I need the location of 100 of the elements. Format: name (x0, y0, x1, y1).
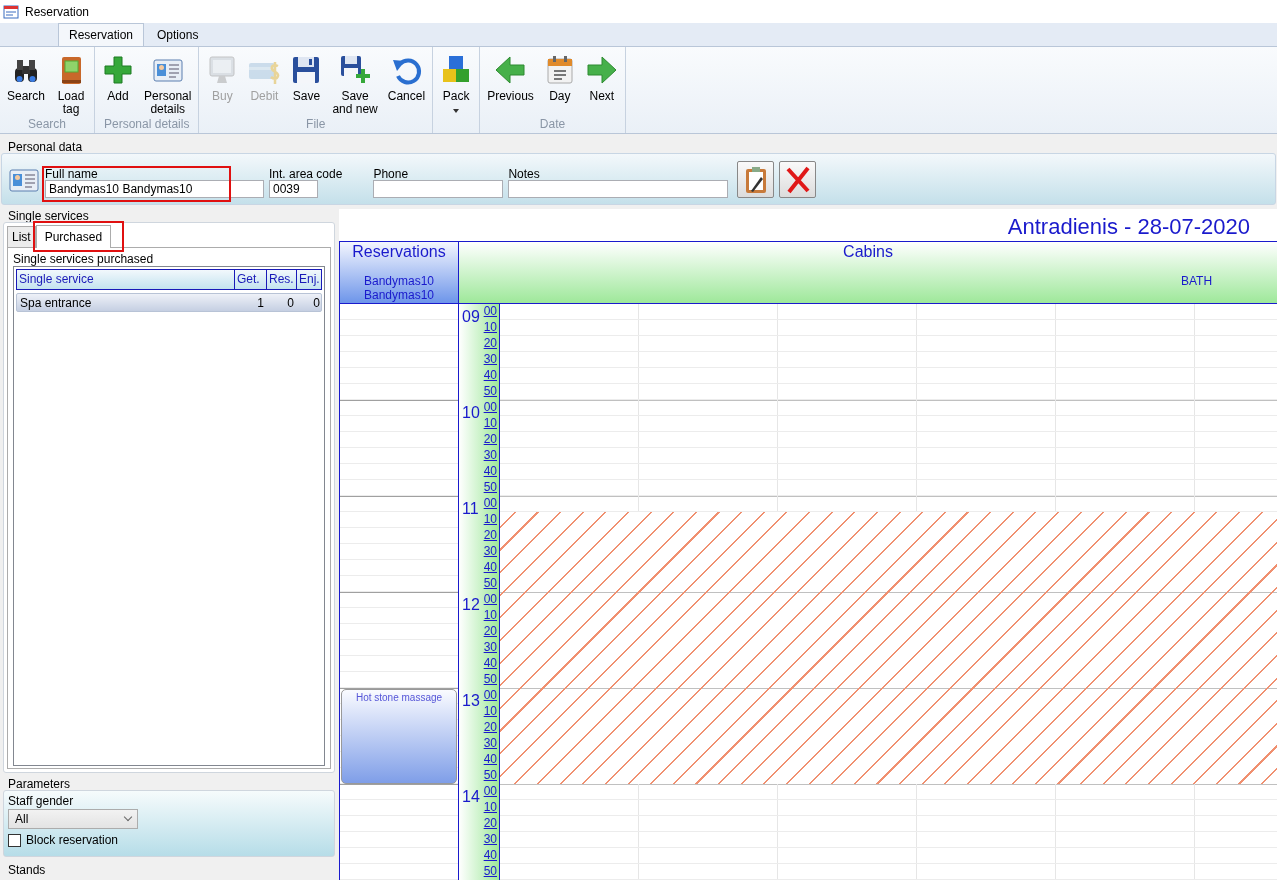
minute-link[interactable]: 50 (483, 384, 497, 400)
group-title: Stands (7, 863, 47, 876)
column-title: Cabins (842, 243, 894, 261)
minute-link[interactable]: 50 (483, 864, 497, 880)
checkbox-label: Block reservation (26, 833, 119, 847)
minute-link[interactable]: 20 (483, 528, 497, 544)
toolbar-button[interactable]: Day (540, 54, 579, 103)
minute-link[interactable]: 30 (483, 544, 497, 560)
minute-link[interactable]: 10 (483, 608, 497, 624)
minute-link[interactable]: 30 (483, 640, 497, 656)
table-row[interactable]: Spa entrance 1 0 0 (16, 293, 322, 312)
minute-link[interactable]: 10 (483, 416, 497, 432)
column-header[interactable]: Single service (17, 270, 235, 289)
minute-link[interactable]: 40 (483, 464, 497, 480)
table-cell-text: Spa entrance (19, 295, 93, 311)
minute-link[interactable]: 10 (483, 704, 497, 720)
minute-link[interactable]: 00 (483, 592, 497, 608)
minute-link[interactable]: 00 (483, 784, 497, 800)
column-title: Reservations (352, 243, 446, 261)
minute-link[interactable]: 30 (483, 736, 497, 752)
toolbar-button[interactable]: Load tag (52, 54, 91, 116)
minute-link[interactable]: 00 (483, 496, 497, 512)
delete-button[interactable] (779, 161, 817, 198)
minute-link[interactable]: 50 (483, 768, 497, 784)
minute-link[interactable]: 40 (483, 368, 497, 384)
toolbar-button[interactable]: Next (582, 54, 621, 103)
toolbar-button[interactable]: Previous (484, 54, 537, 103)
reservation-block[interactable]: Hot stone massage (341, 689, 457, 784)
minute-link[interactable]: 20 (483, 720, 497, 736)
toolbar-button[interactable]: Cancel (384, 54, 429, 103)
field-label: Full name (45, 167, 99, 180)
toolbar-button[interactable]: Search (4, 54, 49, 103)
hour-label: 11 (462, 500, 479, 519)
minute-link[interactable]: 30 (483, 832, 497, 848)
group-label: Date (538, 117, 567, 133)
date-title: Antradienis - 28-07-2020 (1006, 213, 1251, 241)
group-label: Personal details (103, 117, 191, 133)
hour-label: 13 (462, 692, 480, 711)
minute-link[interactable]: 40 (483, 752, 497, 768)
minute-link[interactable]: 20 (483, 816, 497, 832)
tab[interactable]: Purchased (35, 225, 112, 248)
minute-link[interactable]: 30 (483, 352, 497, 368)
table-cell-text: 1 (256, 295, 265, 311)
column-header[interactable]: Get. (235, 270, 267, 289)
field-label: Phone (373, 167, 410, 180)
floppy-disk-plus-icon (339, 54, 372, 86)
column-header[interactable]: Enj. (297, 270, 323, 289)
minute-link[interactable]: 10 (483, 800, 497, 816)
minute-link[interactable]: 40 (483, 848, 497, 864)
minute-link[interactable]: 00 (483, 688, 497, 704)
group-title: Parameters (7, 777, 72, 790)
minute-link[interactable]: 20 (483, 432, 497, 448)
field-label: Int. area code (269, 167, 343, 180)
clipboard-pen-icon (745, 166, 766, 193)
toolbar-button[interactable]: Save (287, 54, 326, 103)
minute-link[interactable]: 10 (483, 512, 497, 528)
hour-label: 12 (462, 596, 480, 615)
text-field[interactable]: 0039 (269, 180, 318, 198)
minute-link[interactable]: 00 (483, 304, 497, 320)
minute-link[interactable]: 50 (483, 480, 497, 496)
group-label: Search (27, 117, 68, 133)
group-label: File (305, 117, 327, 133)
minute-link[interactable]: 20 (483, 624, 497, 640)
left-arrow-icon (494, 54, 527, 86)
right-arrow-icon (585, 54, 618, 86)
minute-link[interactable]: 30 (483, 448, 497, 464)
list-title: Single services purchased (13, 252, 155, 266)
section-title: Personal data (7, 140, 84, 153)
cabin-name: BATH (1181, 274, 1213, 288)
text-field[interactable] (508, 180, 729, 198)
minute-link[interactable]: 00 (483, 400, 497, 416)
minute-link[interactable]: 10 (483, 320, 497, 336)
minute-link[interactable]: 50 (483, 576, 497, 592)
edit-button[interactable] (737, 161, 775, 198)
toolbar-button[interactable]: Save and new (329, 54, 381, 116)
minute-link[interactable]: 20 (483, 336, 497, 352)
minute-link[interactable]: 40 (483, 656, 497, 672)
minute-link[interactable]: 40 (483, 560, 497, 576)
column-header[interactable]: Res. (267, 270, 297, 289)
ribbon-tab[interactable]: Reservation (58, 23, 145, 46)
client-name: Bandymas10 Bandymas10 (362, 274, 435, 302)
group-title: Single services (7, 209, 90, 222)
staff-gender-dropdown[interactable]: All (8, 809, 138, 829)
toolbar-button[interactable]: Personal details (141, 54, 195, 116)
minute-link[interactable]: 50 (483, 672, 497, 688)
hour-label: 09 (462, 308, 480, 327)
toolbar-button[interactable]: Add (99, 54, 138, 103)
text-field[interactable] (373, 180, 504, 198)
ribbon-tab[interactable]: Options (146, 23, 210, 46)
tab[interactable]: List (7, 226, 36, 247)
cross-icon (785, 165, 810, 194)
app-logo-icon (3, 4, 19, 19)
toolbar-button[interactable]: Pack (437, 54, 476, 113)
table-cell-text: 0 (286, 295, 295, 311)
text-field[interactable]: Bandymas10 Bandymas10 (45, 180, 264, 198)
table-cell-text: 0 (312, 295, 321, 311)
checkbox[interactable] (8, 833, 21, 847)
hour-label: 14 (462, 788, 480, 807)
field-label: Staff gender (8, 794, 75, 808)
window-title: Reservation (25, 4, 90, 19)
